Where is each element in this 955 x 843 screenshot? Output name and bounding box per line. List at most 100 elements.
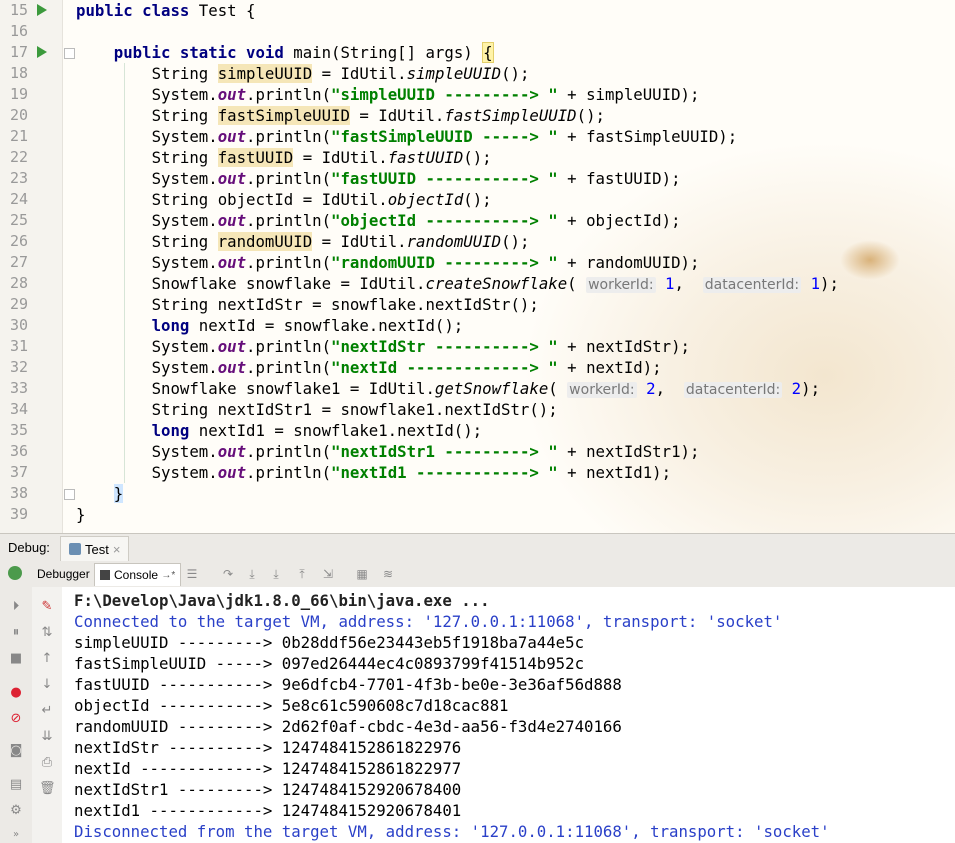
- console-line: nextIdStr1 ---------> 124748415292067840…: [74, 780, 462, 799]
- tab-console[interactable]: Console →*: [94, 563, 182, 586]
- code-line[interactable]: 24 String objectId = IdUtil.objectId();: [0, 189, 955, 210]
- code-editor[interactable]: 15 public class Test { 16 17 public stat…: [0, 0, 955, 533]
- console-line: fastSimpleUUID -----> 097ed26444ec4c0893…: [74, 654, 585, 673]
- line-number: 23: [9, 169, 28, 187]
- code-line[interactable]: 34 String nextIdStr1 = snowflake1.nextId…: [0, 399, 955, 420]
- code-line[interactable]: 22 String fastUUID = IdUtil.fastUUID();: [0, 147, 955, 168]
- code-line[interactable]: 37 System.out.println("nextId1 ---------…: [0, 462, 955, 483]
- line-number: 25: [9, 211, 28, 229]
- camera-icon[interactable]: ◙: [8, 743, 24, 759]
- scroll-to-end-icon[interactable]: ⇊: [39, 729, 55, 745]
- line-number: 21: [9, 127, 28, 145]
- code-line[interactable]: 15 public class Test {: [0, 0, 955, 21]
- code-line[interactable]: 39 }: [0, 504, 955, 525]
- run-gutter-icon[interactable]: [37, 46, 47, 58]
- code-line[interactable]: 35 long nextId1 = snowflake1.nextId();: [0, 420, 955, 441]
- trash-icon[interactable]: 🗑: [39, 781, 56, 797]
- code-line[interactable]: 32 System.out.println("nextId ----------…: [0, 357, 955, 378]
- code-line[interactable]: 26 String randomUUID = IdUtil.randomUUID…: [0, 231, 955, 252]
- pause-icon[interactable]: ⏸: [8, 625, 24, 641]
- sort-icon[interactable]: ⇅: [39, 625, 55, 641]
- code-line[interactable]: 20 String fastSimpleUUID = IdUtil.fastSi…: [0, 105, 955, 126]
- soft-wrap-icon[interactable]: ↵: [39, 703, 55, 719]
- scroll-down-icon[interactable]: ↓: [39, 677, 55, 693]
- debug-sidebar: ⏵ ⏸ ■ ● ⊘ ◙ ▤ ⚙ »: [0, 587, 33, 843]
- debug-session-name: Test: [85, 541, 109, 557]
- resume-icon[interactable]: ⏵: [8, 599, 24, 615]
- console-icon: [100, 570, 110, 580]
- line-number: 28: [9, 274, 28, 292]
- code-line[interactable]: 23 System.out.println("fastUUID --------…: [0, 168, 955, 189]
- code-line[interactable]: 25 System.out.println("objectId --------…: [0, 210, 955, 231]
- console-line: fastUUID -----------> 9e6dfcb4-7701-4f3b…: [74, 675, 622, 694]
- code-line[interactable]: 36 System.out.println("nextIdStr1 ------…: [0, 441, 955, 462]
- run-gutter-icon[interactable]: [37, 4, 47, 16]
- line-number: 36: [9, 442, 28, 460]
- line-number: 32: [9, 358, 28, 376]
- line-number: 17: [9, 43, 28, 61]
- settings-gear-icon[interactable]: ⚙: [8, 803, 24, 819]
- code-line[interactable]: 16: [0, 21, 955, 42]
- line-number: 34: [9, 400, 28, 418]
- code-line[interactable]: 21 System.out.println("fastSimpleUUID --…: [0, 126, 955, 147]
- code-line[interactable]: 31 System.out.println("nextIdStr -------…: [0, 336, 955, 357]
- step-out-icon[interactable]: ⤒: [294, 566, 310, 582]
- param-hint: workerId:: [567, 382, 637, 398]
- code-line[interactable]: 17 public static void main(String[] args…: [0, 42, 955, 63]
- line-number: 19: [9, 85, 28, 103]
- trace-icon[interactable]: ≋: [380, 566, 396, 582]
- console-line: nextId -------------> 124748415286182297…: [74, 759, 462, 778]
- tab-debugger[interactable]: Debugger: [32, 563, 95, 585]
- step-into-icon[interactable]: ⤓: [244, 566, 260, 582]
- console-line: nextId1 ------------> 124748415292067840…: [74, 801, 462, 820]
- print-icon[interactable]: ⎙: [39, 755, 55, 771]
- line-number: 31: [9, 337, 28, 355]
- line-number: 16: [9, 22, 28, 40]
- line-number: 29: [9, 295, 28, 313]
- line-number: 26: [9, 232, 28, 250]
- debug-tool-window-header: Debug: Test ×: [0, 533, 955, 563]
- code-line[interactable]: 33 Snowflake snowflake1 = IdUtil.getSnow…: [0, 378, 955, 399]
- debug-toolbar: Debugger Console →* ☰ ↷ ⤓ ⤓ ⤒ ⇲ ▦ ≋: [0, 562, 955, 588]
- code-line[interactable]: 19 System.out.println("simpleUUID ------…: [0, 84, 955, 105]
- console-line: randomUUID ---------> 2d62f0af-cbdc-4e3d…: [74, 717, 622, 736]
- layout-icon[interactable]: ▤: [8, 777, 24, 793]
- stop-icon[interactable]: ■: [8, 651, 24, 667]
- line-number: 20: [9, 106, 28, 124]
- console-output[interactable]: F:\Develop\Java\jdk1.8.0_66\bin\java.exe…: [62, 587, 955, 843]
- console-line: objectId -----------> 5e8c61c590608c7d18…: [74, 696, 509, 715]
- scroll-up-icon[interactable]: ↑: [39, 651, 55, 667]
- code-line[interactable]: 38 }: [0, 483, 955, 504]
- force-step-into-icon[interactable]: ⤓: [268, 566, 284, 582]
- run-to-cursor-icon[interactable]: ⇲: [320, 566, 336, 582]
- view-breakpoints-icon[interactable]: ●: [8, 685, 24, 701]
- code-line[interactable]: 18 String simpleUUID = IdUtil.simpleUUID…: [0, 63, 955, 84]
- fold-toggle-icon[interactable]: [64, 48, 75, 59]
- more-icon[interactable]: »: [8, 827, 24, 843]
- console-sidebar: ✎ ⇅ ↑ ↓ ↵ ⇊ ⎙ 🗑: [32, 587, 63, 843]
- line-number: 15: [9, 1, 28, 19]
- line-number: 18: [9, 64, 28, 82]
- debug-session-tab[interactable]: Test ×: [60, 536, 130, 561]
- fold-toggle-icon[interactable]: [64, 489, 75, 500]
- line-number: 39: [9, 505, 28, 523]
- close-icon[interactable]: ×: [113, 542, 121, 557]
- param-hint: datacenterId:: [683, 382, 783, 398]
- code-line[interactable]: 27 System.out.println("randomUUID ------…: [0, 252, 955, 273]
- menu-icon[interactable]: ☰: [184, 566, 200, 582]
- debug-bug-icon[interactable]: [8, 566, 22, 580]
- clear-errors-icon[interactable]: ✎: [39, 599, 55, 615]
- evaluate-icon[interactable]: ▦: [354, 566, 370, 582]
- code-line[interactable]: 29 String nextIdStr = snowflake.nextIdSt…: [0, 294, 955, 315]
- line-number: 24: [9, 190, 28, 208]
- mute-breakpoints-icon[interactable]: ⊘: [8, 711, 24, 727]
- line-number: 33: [9, 379, 28, 397]
- code-line[interactable]: 30 long nextId = snowflake.nextId();: [0, 315, 955, 336]
- console-line: Connected to the target VM, address: '12…: [74, 612, 783, 631]
- param-hint: datacenterId:: [702, 277, 802, 293]
- code-line[interactable]: 28 Snowflake snowflake = IdUtil.createSn…: [0, 273, 955, 294]
- line-number: 27: [9, 253, 28, 271]
- step-over-icon[interactable]: ↷: [220, 566, 236, 582]
- console-line: simpleUUID ---------> 0b28ddf56e23443eb5…: [74, 633, 585, 652]
- line-number: 38: [9, 484, 28, 502]
